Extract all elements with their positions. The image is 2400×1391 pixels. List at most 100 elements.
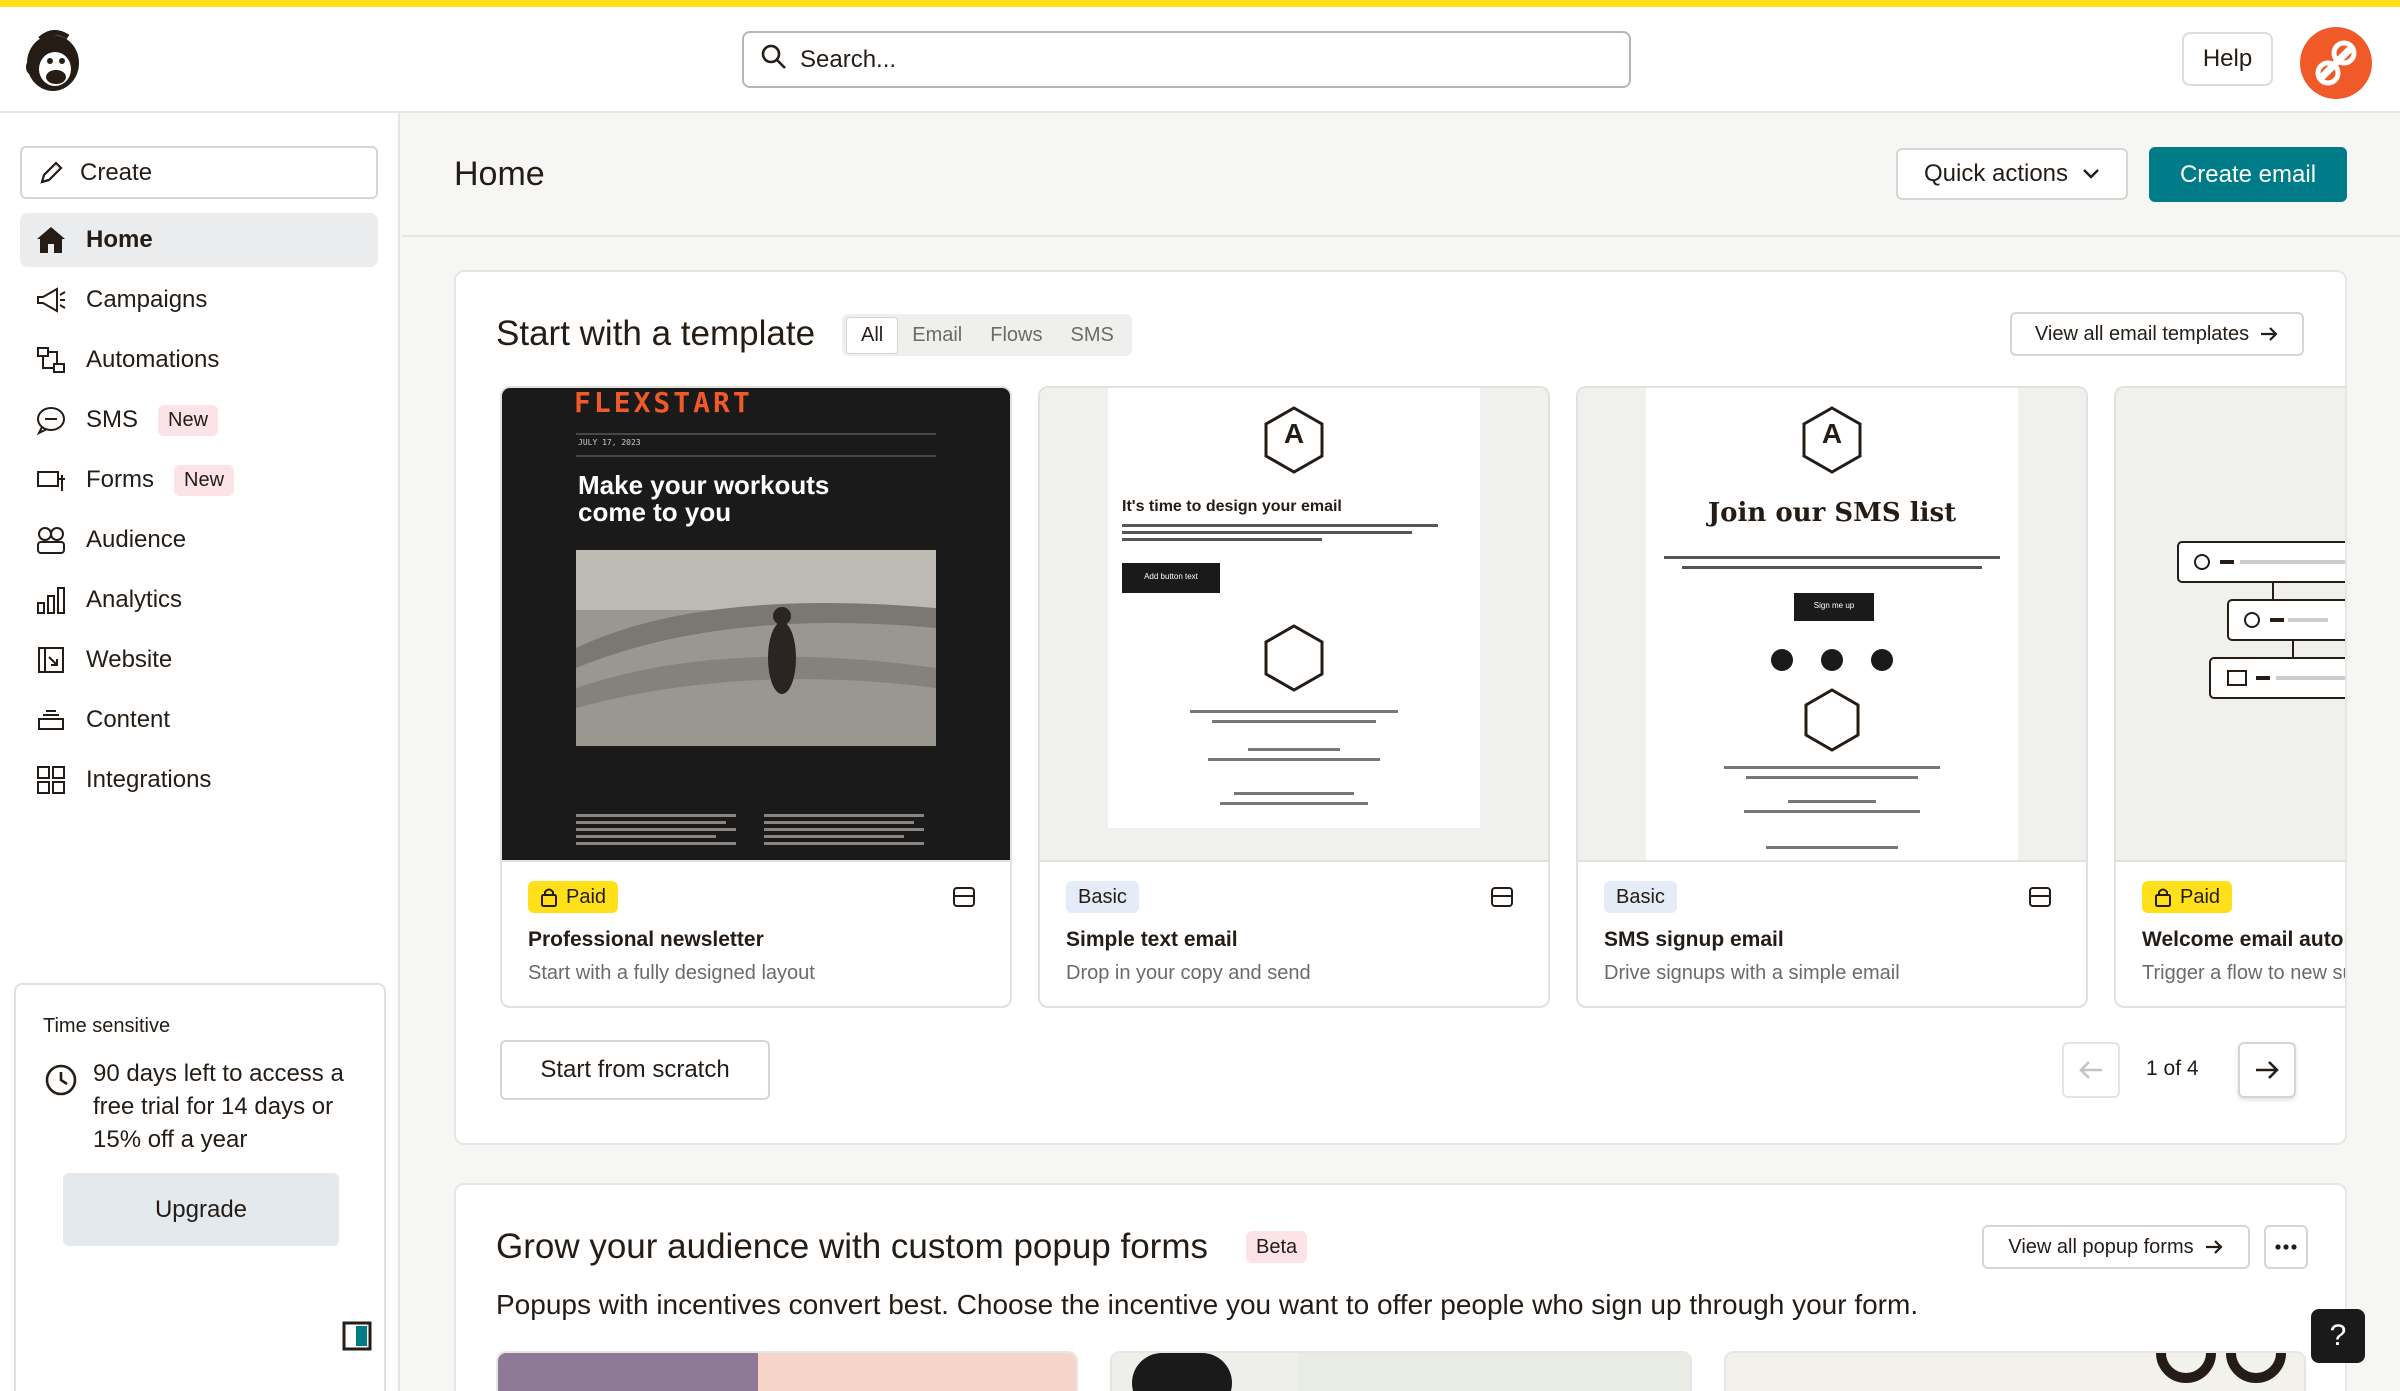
chevron-down-icon	[2083, 169, 2099, 179]
template-preview: A It's time to design your email Add but…	[1040, 388, 1548, 860]
sidebar-item-audience[interactable]: Audience	[20, 513, 378, 567]
sms-icon	[34, 403, 68, 437]
avatar[interactable]	[2300, 27, 2372, 99]
template-name: Welcome email automation	[2142, 928, 2345, 951]
new-badge: New	[158, 404, 219, 436]
ellipsis-icon	[2275, 1244, 2297, 1250]
audience-icon	[34, 523, 68, 557]
create-button[interactable]: Create	[20, 146, 378, 199]
sidebar-item-label: Home	[86, 226, 153, 253]
tab-flows[interactable]: Flows	[976, 318, 1056, 353]
tab-sms[interactable]: SMS	[1056, 318, 1127, 353]
basic-badge: Basic	[1066, 881, 1139, 913]
sidebar-item-label: Analytics	[86, 586, 183, 613]
preview-heading: Join our SMS list	[1707, 498, 1957, 528]
sidebar-item-home[interactable]: Home	[20, 213, 378, 267]
sidebar: Create Home Campaigns Automations SMS Ne…	[0, 113, 400, 1391]
carousel-next-button[interactable]	[2238, 1042, 2296, 1098]
sidebar-item-automations[interactable]: Automations	[20, 333, 378, 387]
arrow-left-icon	[2079, 1061, 2102, 1079]
thumbnail-image	[498, 1353, 758, 1391]
popup-forms-title: Grow your audience with custom popup for…	[496, 1227, 1208, 1266]
quick-actions-button[interactable]: Quick actions	[1896, 148, 2128, 200]
template-name: Professional newsletter	[528, 928, 764, 951]
preview-button: Sign me up	[1813, 601, 1855, 610]
top-bar: Help	[0, 7, 2400, 113]
popup-template-thumbnail[interactable]	[496, 1351, 1078, 1391]
template-description: Trigger a flow to new subscribers	[2142, 962, 2345, 984]
preview-headline-line: Make your workouts	[578, 470, 830, 500]
pencil-icon	[40, 160, 63, 184]
card-divider	[1578, 860, 2086, 862]
tab-all[interactable]: All	[846, 316, 899, 354]
basic-badge: Basic	[1604, 881, 1677, 913]
upgrade-button[interactable]: Upgrade	[63, 1173, 339, 1246]
template-card[interactable]: Paid Welcome email automation Trigger a …	[2114, 386, 2345, 1008]
card-divider	[502, 860, 1010, 862]
time-sensitive-label: Time sensitive	[43, 1015, 171, 1037]
sidebar-item-integrations[interactable]: Integrations	[20, 753, 378, 807]
carousel-pager: 1 of 4	[2146, 1057, 2199, 1080]
sidebar-item-analytics[interactable]: Analytics	[20, 573, 378, 627]
template-description: Drive signups with a simple email	[1604, 962, 1900, 984]
create-label: Create	[80, 158, 153, 186]
paid-badge: Paid	[2142, 881, 2233, 913]
tag-label: Paid	[566, 885, 607, 908]
preview-heading: It's time to design your email	[1122, 498, 1342, 515]
view-all-templates-button[interactable]: View all email templates	[2010, 312, 2304, 356]
tab-email[interactable]: Email	[898, 318, 976, 353]
template-card[interactable]: A Join our SMS list Sign me up Basic SMS…	[1576, 386, 2088, 1008]
new-badge: New	[174, 464, 235, 496]
mailchimp-logo-icon[interactable]	[20, 25, 86, 95]
beta-badge: Beta	[1246, 1231, 1308, 1263]
carousel-prev-button[interactable]	[2062, 1042, 2120, 1098]
templates-panel: Start with a template All Email Flows SM…	[454, 270, 2347, 1145]
sidebar-item-campaigns[interactable]: Campaigns	[20, 273, 378, 327]
trial-message: 90 days left to access a free trial for …	[93, 1060, 344, 1153]
popup-template-thumbnail[interactable]	[1724, 1351, 2306, 1391]
help-floating-button[interactable]: ?	[2311, 1309, 2365, 1363]
sidebar-item-content[interactable]: Content	[20, 693, 378, 747]
start-from-scratch-button[interactable]: Start from scratch	[500, 1040, 770, 1100]
view-all-popup-forms-button[interactable]: View all popup forms	[1982, 1225, 2250, 1269]
automation-icon	[34, 343, 68, 377]
lock-icon	[541, 888, 557, 907]
content-icon	[34, 703, 68, 737]
template-name: SMS signup email	[1604, 928, 1784, 951]
quick-actions-label: Quick actions	[1923, 160, 2069, 187]
search-input[interactable]	[800, 45, 1600, 74]
sidebar-item-website[interactable]: Website	[20, 633, 378, 687]
sidebar-item-label: Integrations	[86, 766, 212, 793]
card-divider	[2116, 860, 2345, 862]
megaphone-icon	[34, 283, 68, 317]
preview-date: JULY 17, 2023	[578, 438, 641, 447]
lock-icon	[2155, 888, 2171, 907]
create-email-button[interactable]: Create email	[2149, 147, 2347, 202]
sidebar-item-sms[interactable]: SMS New	[20, 393, 378, 447]
preview-logo: A	[1283, 418, 1305, 449]
templates-title: Start with a template	[496, 314, 816, 353]
page-title: Home	[454, 155, 545, 193]
sidebar-item-label: Audience	[86, 526, 187, 553]
form-icon	[34, 463, 68, 497]
template-card[interactable]: FLEXSTART JULY 17, 2023 Make your workou…	[500, 386, 1012, 1008]
thumbnail-panel	[758, 1353, 1076, 1391]
template-carousel: FLEXSTART JULY 17, 2023 Make your workou…	[500, 386, 2345, 1008]
popup-template-thumbnail[interactable]	[1110, 1351, 1692, 1391]
arrow-right-icon	[2205, 1240, 2223, 1254]
template-card[interactable]: A It's time to design your email Add but…	[1038, 386, 1550, 1008]
brand-stripe	[0, 0, 2400, 7]
email-icon	[2028, 886, 2052, 913]
preview-headline: Make your workouts come to you	[578, 472, 829, 526]
tag-label: Basic	[1078, 885, 1127, 908]
sidebar-item-label: Content	[86, 706, 171, 733]
help-button[interactable]: Help	[2182, 32, 2273, 86]
template-name: Simple text email	[1066, 928, 1238, 951]
sidebar-item-forms[interactable]: Forms New	[20, 453, 378, 507]
website-icon	[34, 643, 68, 677]
search-bar[interactable]	[742, 31, 1631, 88]
more-options-button[interactable]	[2264, 1225, 2308, 1269]
sidebar-collapse-icon[interactable]	[342, 1321, 372, 1356]
search-icon	[760, 43, 788, 76]
arrow-right-icon	[2261, 327, 2278, 341]
